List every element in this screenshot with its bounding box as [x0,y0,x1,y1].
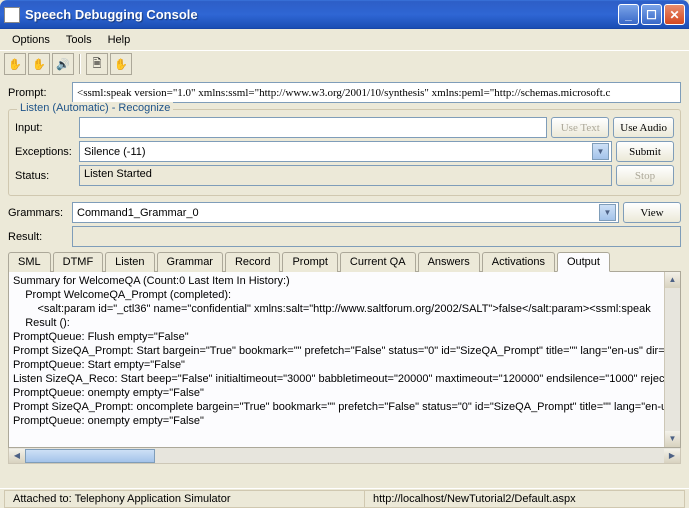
use-text-button[interactable]: Use Text [551,117,609,138]
tab-listen[interactable]: Listen [105,252,154,272]
output-line: PromptQueue: Flush empty="False" [13,330,676,344]
title-bar: Speech Debugging Console _ ☐ ✕ [0,0,689,29]
output-line: <salt:param id="_ctl36" name="confidenti… [13,302,676,316]
output-line: Prompt SizeQA_Prompt: Start bargein="Tru… [13,344,676,358]
exceptions-value: Silence (-11) [82,146,592,158]
tool-hand-2-icon[interactable]: ✋ [28,53,50,75]
submit-button[interactable]: Submit [616,141,674,162]
toolbar-separator [79,54,81,74]
output-panel: Summary for WelcomeQA (Count:0 Last Item… [8,272,681,448]
tab-dtmf[interactable]: DTMF [53,252,104,272]
tab-prompt[interactable]: Prompt [282,252,337,272]
menu-tools[interactable]: Tools [58,32,100,48]
stop-button[interactable]: Stop [616,165,674,186]
status-label: Status: [15,170,75,182]
output-line: PromptQueue: Start empty="False" [13,358,676,372]
tab-output[interactable]: Output [557,252,610,272]
scroll-track[interactable] [25,449,664,463]
tab-activations[interactable]: Activations [482,252,555,272]
result-field [72,226,681,247]
tab-sml[interactable]: SML [8,252,51,272]
status-attached: Attached to: Telephony Application Simul… [4,490,364,508]
chevron-down-icon[interactable]: ▼ [599,204,616,221]
use-audio-button[interactable]: Use Audio [613,117,674,138]
grammars-label: Grammars: [8,207,68,219]
menu-options[interactable]: Options [4,32,58,48]
exceptions-combo[interactable]: Silence (-11) ▼ [79,141,612,162]
tab-record[interactable]: Record [225,252,280,272]
output-line: Prompt WelcomeQA_Prompt (completed): [13,288,676,302]
prompt-input[interactable] [72,82,681,103]
listen-group: Listen (Automatic) - Recognize Input: Us… [8,109,681,196]
output-line: Summary for WelcomeQA (Count:0 Last Item… [13,274,676,288]
view-button[interactable]: View [623,202,681,223]
tab-answers[interactable]: Answers [418,252,480,272]
output-line: Result (): [13,316,676,330]
exceptions-label: Exceptions: [15,146,75,158]
close-button[interactable]: ✕ [664,4,685,25]
toolbar: ✋ ✋ 🔊 🗎 ✋ [0,51,689,77]
output-line: PromptQueue: onempty empty="False" [13,414,676,428]
tool-hand-3-icon[interactable]: ✋ [110,53,132,75]
menu-help[interactable]: Help [100,32,139,48]
chevron-down-icon[interactable]: ▼ [592,143,609,160]
scroll-thumb[interactable] [25,449,155,463]
tab-strip: SMLDTMFListenGrammarRecordPromptCurrent … [8,251,681,272]
tool-hand-1-icon[interactable]: ✋ [4,53,26,75]
vertical-scrollbar[interactable] [664,272,680,447]
tab-grammar[interactable]: Grammar [157,252,223,272]
output-line: PromptQueue: onempty empty="False" [13,386,676,400]
status-bar: Attached to: Telephony Application Simul… [0,488,689,508]
result-label: Result: [8,231,68,243]
window-title: Speech Debugging Console [25,7,616,22]
content-area: Prompt: Listen (Automatic) - Recognize I… [0,77,689,468]
minimize-button[interactable]: _ [618,4,639,25]
app-icon [4,7,20,23]
output-line: Listen SizeQA_Reco: Start beep="False" i… [13,372,676,386]
status-field: Listen Started [79,165,612,186]
output-line: Prompt SizeQA_Prompt: oncomplete bargein… [13,400,676,414]
listen-group-title: Listen (Automatic) - Recognize [17,102,173,114]
tab-current-qa[interactable]: Current QA [340,252,416,272]
horizontal-scrollbar[interactable]: ◀ ▶ [8,448,681,464]
menu-bar: Options Tools Help [0,29,689,51]
grammars-value: Command1_Grammar_0 [75,207,599,219]
input-label: Input: [15,122,75,134]
tool-speaker-icon[interactable]: 🔊 [52,53,74,75]
tool-doc-icon[interactable]: 🗎 [86,53,108,75]
scroll-right-icon[interactable]: ▶ [664,449,680,463]
scroll-left-icon[interactable]: ◀ [9,449,25,463]
maximize-button[interactable]: ☐ [641,4,662,25]
input-field[interactable] [79,117,547,138]
grammars-combo[interactable]: Command1_Grammar_0 ▼ [72,202,619,223]
status-url: http://localhost/NewTutorial2/Default.as… [364,490,685,508]
prompt-label: Prompt: [8,87,68,99]
